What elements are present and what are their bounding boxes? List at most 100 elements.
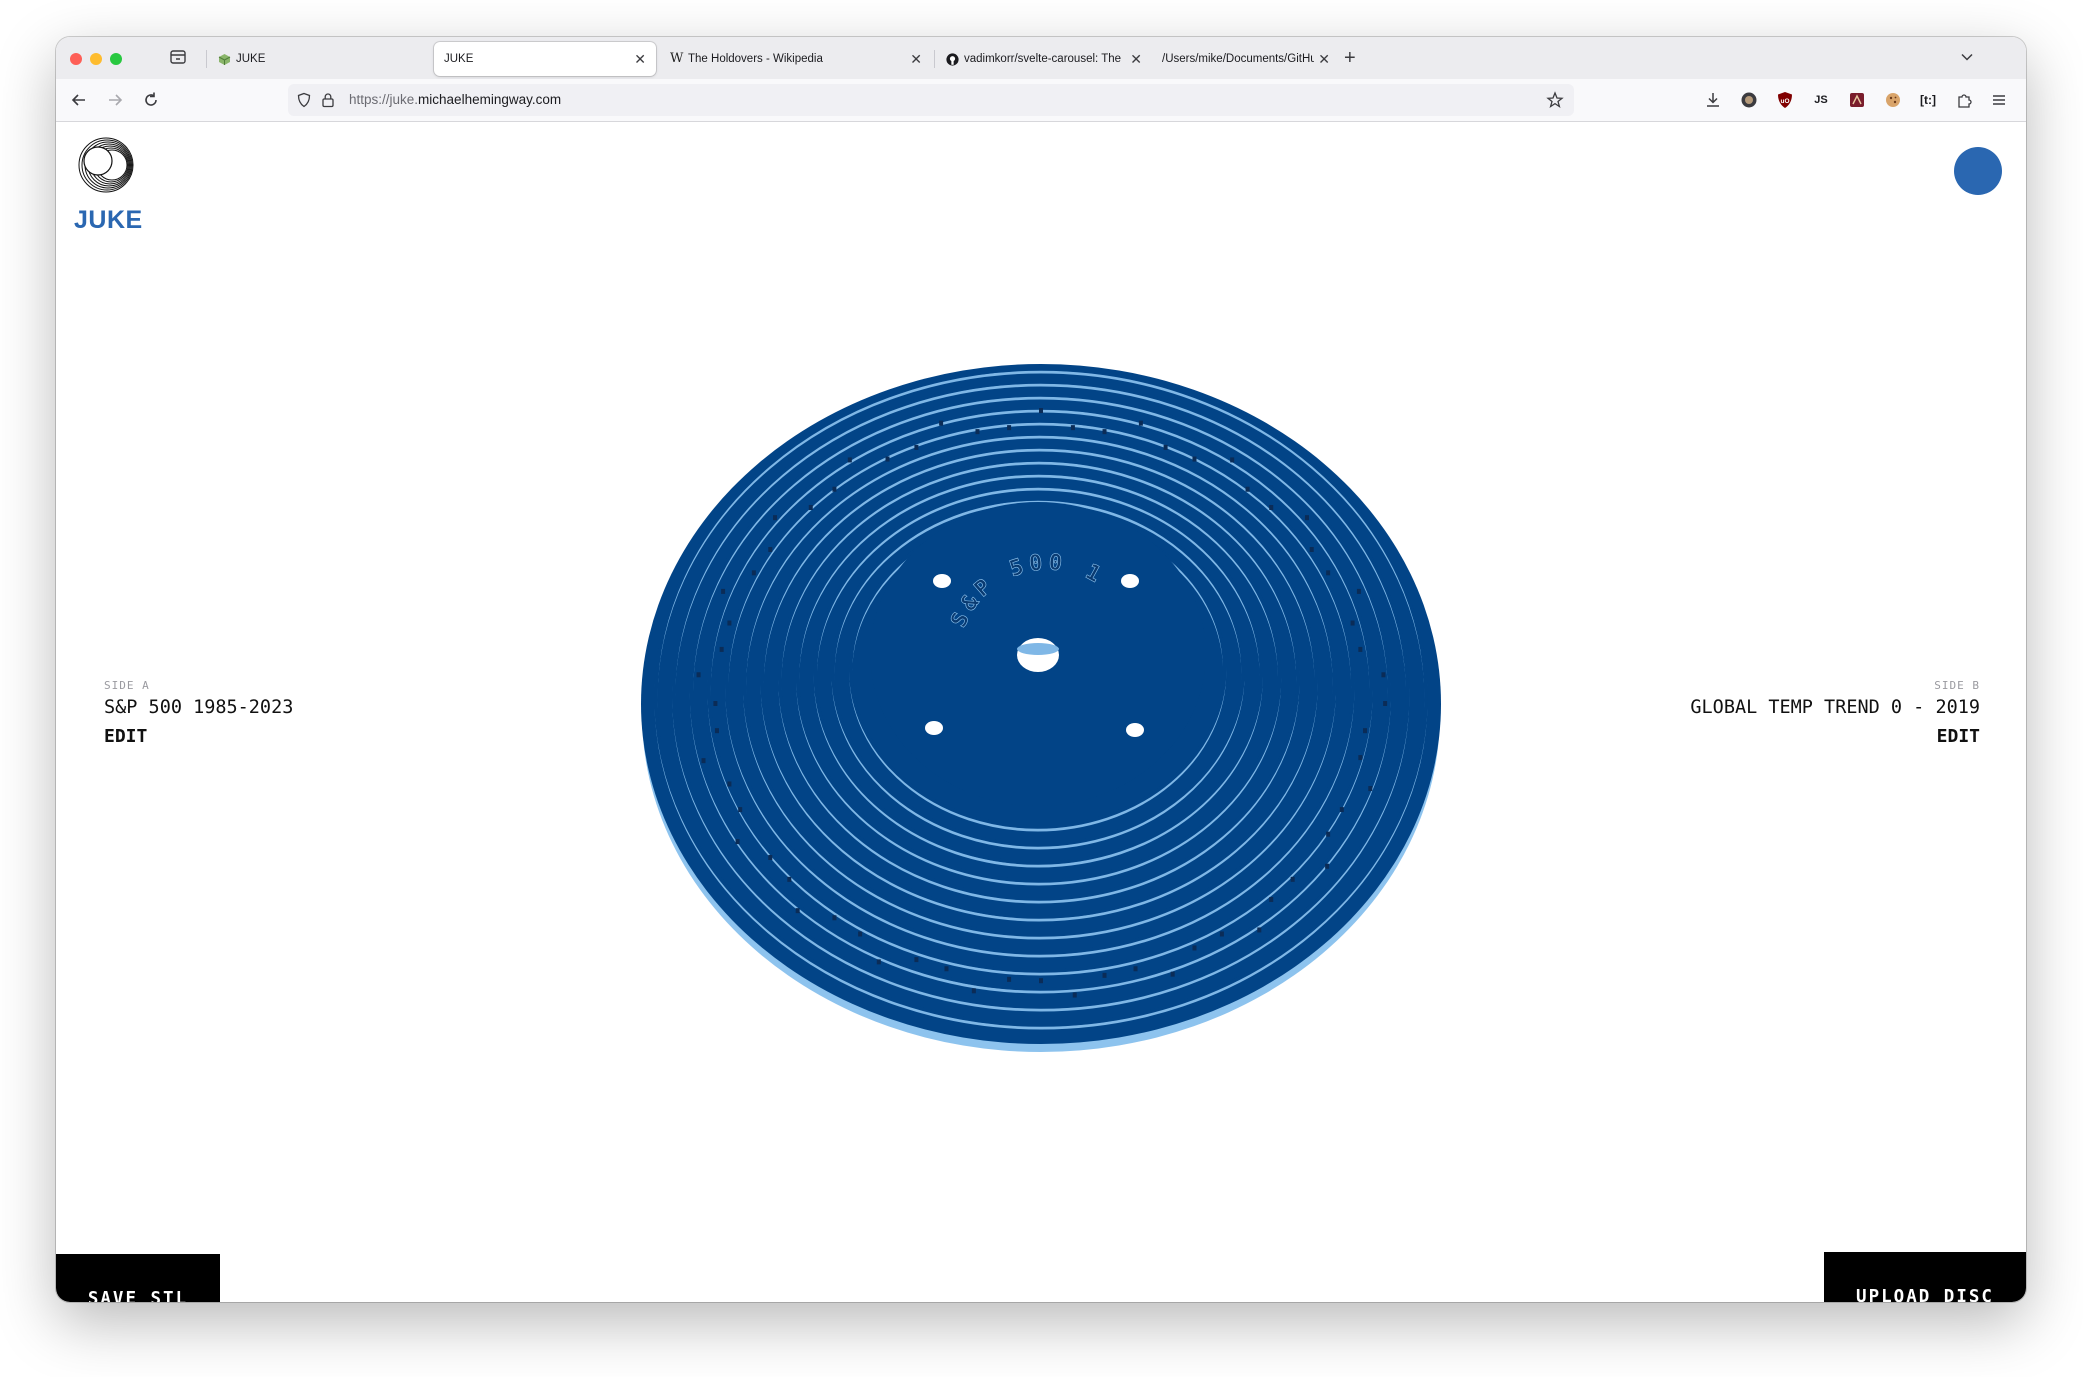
data-pit: [1072, 992, 1077, 998]
data-pit: [832, 486, 837, 492]
cookie-icon[interactable]: [1884, 91, 1902, 109]
data-pit: [1170, 971, 1175, 977]
data-pit: [1358, 755, 1363, 761]
zoom-window-button[interactable]: [110, 53, 122, 65]
tab-github[interactable]: vadimkorr/svelte-carousel: The ✕: [936, 42, 1152, 76]
data-pit: [1219, 931, 1224, 937]
navigation-bar: https://juke.michaelhemingway.com uO JS …: [56, 79, 2026, 122]
data-pit: [721, 588, 726, 594]
chevron-down-icon[interactable]: [1960, 50, 1974, 64]
close-tab-icon[interactable]: ✕: [910, 42, 922, 76]
t-icon[interactable]: [t:]: [1916, 91, 1940, 109]
puzzle-icon[interactable]: [1956, 91, 1974, 109]
data-pit: [1039, 408, 1043, 414]
tab-strip: JUKE ✕ JUKE ✕ W The Holdovers - Wikipedi…: [56, 37, 2026, 79]
extension-icon[interactable]: [1848, 91, 1866, 109]
data-pit: [1102, 972, 1107, 978]
data-pit: [1356, 588, 1361, 594]
shield-icon[interactable]: [296, 92, 312, 108]
mount-hole: [1126, 723, 1144, 737]
data-pit: [1192, 456, 1197, 462]
reload-icon[interactable]: [142, 91, 160, 109]
side-a-title: S&P 500 1985-2023: [104, 697, 294, 718]
new-tab-button[interactable]: +: [1344, 43, 1356, 73]
data-pit: [738, 807, 743, 813]
data-pit: [1192, 945, 1197, 951]
side-a-label: SIDE A: [104, 679, 150, 692]
tab-juke-active[interactable]: JUKE ✕: [434, 42, 656, 76]
lock-icon[interactable]: [320, 92, 336, 108]
profile-icon[interactable]: [1740, 91, 1758, 109]
user-avatar[interactable]: [1954, 147, 2002, 195]
address-bar[interactable]: https://juke.michaelhemingway.com: [288, 84, 1574, 116]
data-pit: [808, 504, 813, 510]
data-pit: [1102, 429, 1107, 435]
close-tab-icon[interactable]: ✕: [1130, 42, 1142, 76]
data-pit: [1326, 570, 1331, 576]
side-b-edit-button[interactable]: EDIT: [1937, 726, 1980, 747]
close-tab-icon[interactable]: ✕: [634, 42, 646, 76]
bookmark-star-icon[interactable]: [1546, 91, 1564, 109]
data-pit: [1381, 672, 1386, 678]
tab-list-icon[interactable]: [170, 50, 186, 64]
side-a-edit-button[interactable]: EDIT: [104, 726, 147, 747]
data-pit: [1339, 807, 1344, 813]
data-pit: [885, 456, 890, 462]
data-pit: [773, 515, 778, 521]
juke-favicon-icon: [218, 54, 231, 65]
data-pit: [939, 420, 944, 426]
data-pit: [1350, 620, 1355, 626]
js-toggle-icon[interactable]: JS: [1812, 91, 1830, 109]
tab-local-file[interactable]: /Users/mike/Documents/GitHub/c45 ✕: [1154, 42, 1340, 76]
url-text[interactable]: https://juke.michaelhemingway.com: [349, 84, 561, 116]
data-pit: [1230, 457, 1235, 463]
back-arrow-icon[interactable]: [70, 91, 88, 109]
data-pit: [914, 957, 919, 963]
data-pit: [1039, 978, 1043, 984]
data-pit: [701, 758, 706, 764]
side-b-title: GLOBAL TEMP TREND 0 - 2019: [1690, 697, 1980, 718]
tab-wikipedia[interactable]: W The Holdovers - Wikipedia ✕: [660, 42, 932, 76]
data-pit: [1383, 701, 1388, 706]
tab-separator: [934, 50, 935, 68]
minimize-window-button[interactable]: [90, 53, 102, 65]
mount-hole: [933, 574, 951, 588]
close-tab-icon[interactable]: ✕: [1318, 42, 1330, 76]
mount-hole: [1121, 574, 1139, 588]
data-pit: [1269, 504, 1274, 510]
brand-name[interactable]: JUKE: [74, 206, 143, 235]
data-pit: [751, 570, 756, 576]
save-stl-button[interactable]: SAVE STL: [56, 1254, 220, 1302]
data-pit: [1325, 863, 1330, 869]
data-pit: [696, 672, 701, 678]
data-pit: [971, 988, 976, 994]
juke-logo-icon[interactable]: [78, 137, 134, 193]
url-prefix: https://juke.: [349, 92, 419, 107]
data-pit: [1290, 876, 1295, 882]
disc-3d-preview[interactable]: S&P 500 1985-2023: [638, 362, 1446, 1052]
data-pit: [847, 457, 852, 463]
ublock-icon[interactable]: uO: [1776, 91, 1794, 109]
download-icon[interactable]: [1704, 91, 1722, 109]
data-pit: [714, 728, 719, 734]
tab-title: JUKE: [444, 53, 474, 65]
wikipedia-icon: W: [670, 51, 684, 66]
data-pit: [1363, 728, 1368, 734]
data-pit: [1070, 425, 1075, 431]
upload-disc-button[interactable]: UPLOAD DISC: [1824, 1252, 2026, 1302]
data-pit: [1309, 546, 1314, 552]
tab-title: vadimkorr/svelte-carousel: The: [964, 53, 1122, 65]
data-pit: [914, 444, 919, 450]
data-pit: [1368, 786, 1373, 792]
data-pit: [1269, 897, 1274, 903]
close-window-button[interactable]: [70, 53, 82, 65]
data-pit: [719, 646, 724, 652]
data-pit: [1007, 976, 1012, 982]
menu-icon[interactable]: [1990, 91, 2008, 109]
data-pit: [832, 915, 837, 921]
data-pit: [1245, 486, 1250, 492]
data-pit: [1358, 646, 1363, 652]
data-pit: [1138, 420, 1143, 426]
data-pit: [768, 546, 773, 552]
forward-arrow-icon[interactable]: [106, 91, 124, 109]
